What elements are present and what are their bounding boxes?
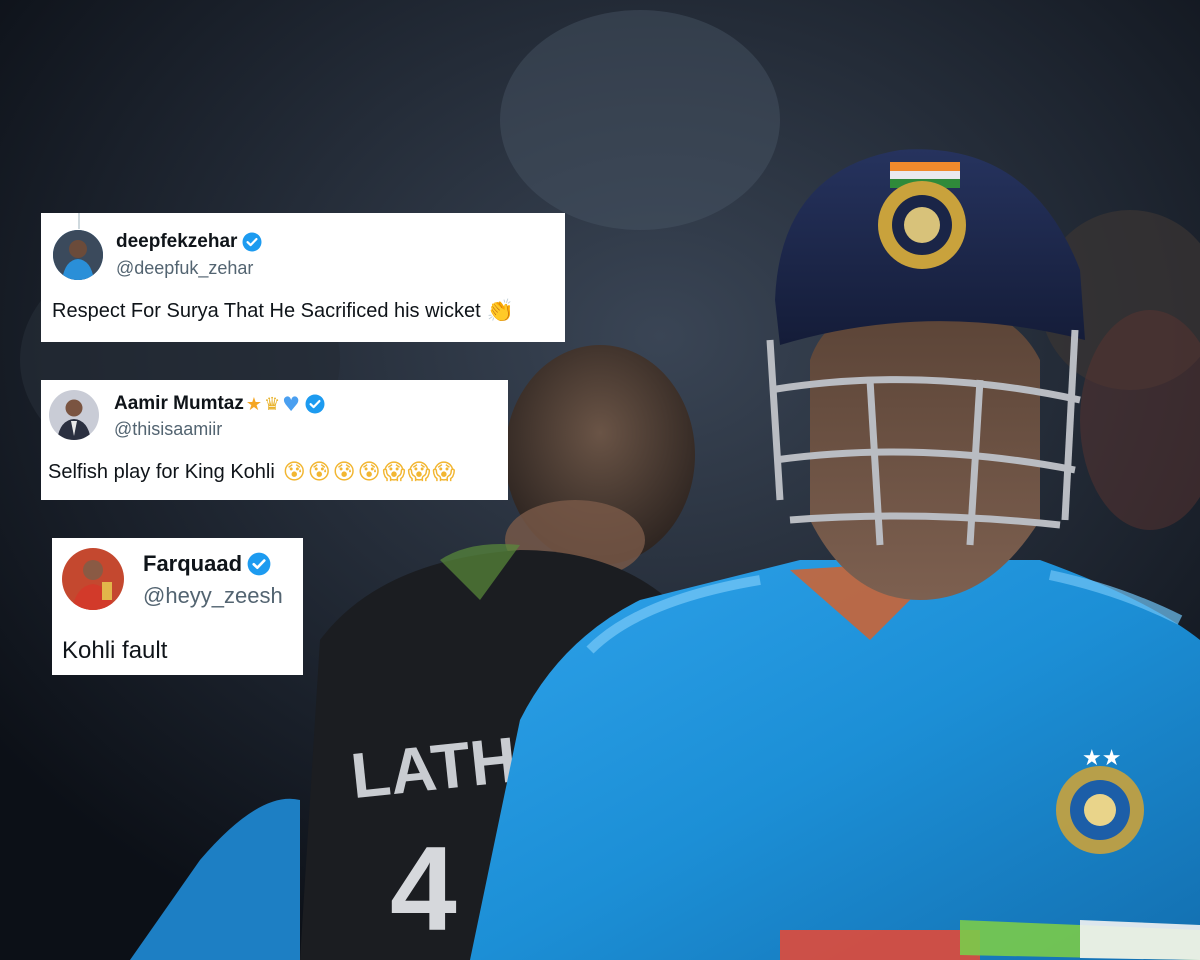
blue-heart-icon: ♥	[282, 392, 301, 416]
tweet-text-body: Selfish play for King Kohli	[48, 461, 275, 483]
tweet-card[interactable]: deepfekzehar @deepfuk_zehar Respect For …	[41, 213, 565, 342]
verified-badge-icon	[242, 232, 262, 252]
display-name-text: Aamir Mumtaz	[114, 393, 244, 414]
tweet-text-body: Kohli fault	[62, 637, 168, 664]
anxious-face-icon: 😰	[357, 460, 381, 485]
avatar[interactable]	[49, 390, 99, 440]
anxious-face-icon: 😰	[332, 460, 356, 485]
screaming-face-icon: 😱	[382, 460, 406, 485]
opponent-jersey-number: 4	[390, 822, 457, 956]
display-name[interactable]: Aamir Mumtaz ★ ♛ ♥	[114, 392, 325, 416]
star-icon: ★	[245, 393, 262, 415]
verified-badge-icon	[305, 394, 325, 414]
tweet-text-body: Respect For Surya That He Sacrificed his…	[52, 300, 481, 322]
display-name-text: Farquaad	[143, 551, 243, 576]
crown-icon: ♛	[264, 393, 281, 415]
anxious-face-icon: 😰	[307, 460, 331, 485]
tweet-card[interactable]: Farquaad @heyy_zeesh Kohli fault	[52, 538, 303, 675]
avatar[interactable]	[62, 548, 124, 610]
clapping-hands-icon: 👏	[486, 299, 515, 324]
tweet-text: Selfish play for King Kohli 😰 😰 😰 😰 😱 😱 …	[48, 460, 455, 485]
user-handle[interactable]: @thisisaamiir	[114, 419, 222, 440]
display-name[interactable]: deepfekzehar	[116, 231, 262, 253]
avatar[interactable]	[53, 230, 103, 280]
tweet-text: Kohli fault	[62, 637, 167, 665]
display-name[interactable]: Farquaad	[143, 551, 271, 577]
screaming-face-icon: 😱	[432, 460, 456, 485]
svg-text:★★: ★★	[1082, 746, 1121, 771]
display-name-text: deepfekzehar	[116, 231, 238, 252]
anxious-face-icon: 😰	[282, 460, 306, 485]
user-handle[interactable]: @heyy_zeesh	[143, 583, 283, 609]
verified-badge-icon	[247, 552, 271, 576]
tweet-text: Respect For Surya That He Sacrificed his…	[52, 299, 514, 324]
user-handle[interactable]: @deepfuk_zehar	[116, 258, 253, 279]
tweet-card[interactable]: Aamir Mumtaz ★ ♛ ♥ @thisisaamiir Selfish…	[41, 380, 508, 500]
screaming-face-icon: 😱	[407, 460, 431, 485]
thread-line	[78, 213, 80, 229]
